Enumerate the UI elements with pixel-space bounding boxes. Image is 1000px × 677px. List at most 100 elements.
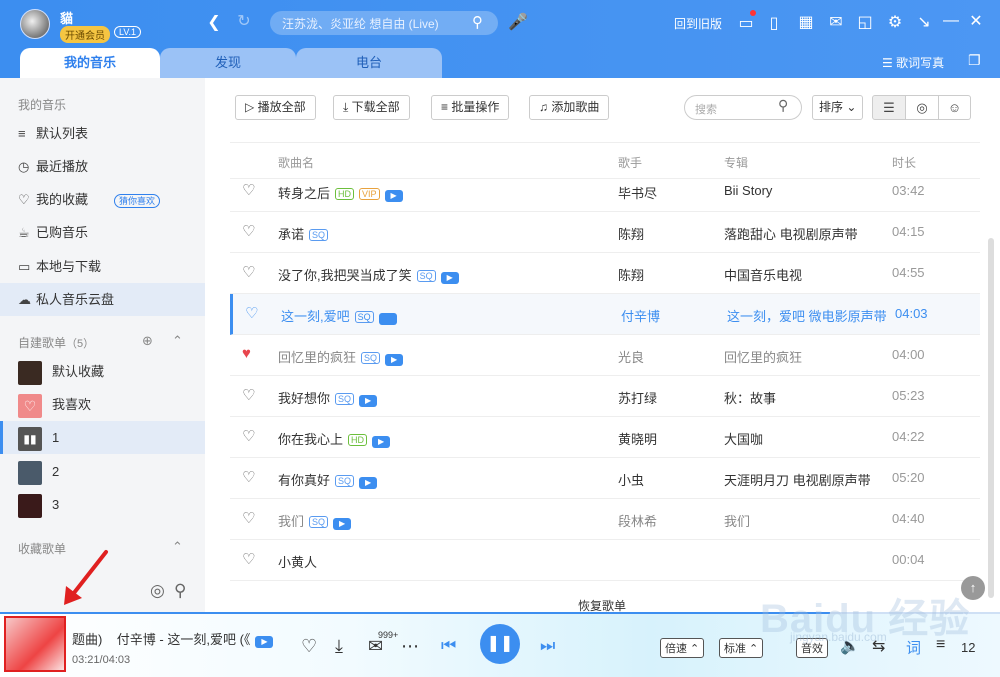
song-album[interactable]: 落跑甜心 电视剧原声带 <box>724 224 858 243</box>
song-row[interactable]: ♡ 我们 SQ ▶ 段林希 我们 04:40 <box>230 499 980 540</box>
column-header-title[interactable]: 歌曲名 <box>278 154 314 171</box>
sort-dropdown[interactable]: 排序 ⌄ <box>812 95 864 120</box>
song-album[interactable]: 回忆里的疯狂 <box>724 347 802 366</box>
track-title[interactable]: 题曲) 付辛博 - 这一刻,爱吧 (《 ▶ <box>72 629 274 648</box>
song-row[interactable]: ♡ 这一刻,爱吧 SQ ▶ 付辛博 这一刻，爱吧 微电影原声带 04:03 <box>230 294 980 335</box>
phone-icon[interactable]: ▯ <box>764 13 784 33</box>
mv-icon[interactable]: ▶ <box>384 190 403 202</box>
song-artist[interactable]: 光良 <box>618 347 644 366</box>
song-artist[interactable]: 黄晓明 <box>618 429 657 448</box>
playlist-item[interactable]: ♡ 我喜欢 <box>0 388 205 421</box>
tab-my-music[interactable]: 我的音乐 <box>20 48 160 78</box>
mv-icon[interactable]: ▶ <box>440 272 459 284</box>
song-title[interactable]: 转身之后 HD VIP ▶ <box>278 183 403 202</box>
search-icon[interactable]: ⚲ <box>174 581 186 601</box>
sidebar-item-default-list[interactable]: ≡ 默认列表 <box>0 117 205 150</box>
song-title[interactable]: 这一刻,爱吧 SQ ▶ <box>281 306 397 325</box>
song-artist[interactable]: 毕书尽 <box>618 183 657 202</box>
like-icon[interactable]: ♡ <box>301 636 317 657</box>
window-restore-icon[interactable]: ❐ <box>968 52 981 69</box>
apps-icon[interactable]: ▦ <box>796 12 816 32</box>
speed-button[interactable]: 倍速 ⌃ <box>660 638 705 658</box>
column-header-duration[interactable]: 时长 <box>892 154 916 171</box>
song-album[interactable]: 大国咖 <box>724 429 763 448</box>
quality-button[interactable]: 标准 ⌃ <box>719 638 764 658</box>
play-all-button[interactable]: ▷ 播放全部 <box>235 95 316 120</box>
song-title[interactable]: 有你真好 SQ ▶ <box>278 470 378 489</box>
sidebar-item-local[interactable]: ▭ 本地与下载 <box>0 250 205 283</box>
add-song-button[interactable]: ♫ 添加歌曲 <box>529 95 610 120</box>
add-playlist-icon[interactable]: ⊕ <box>142 333 153 349</box>
mv-icon[interactable]: ▶ <box>378 313 397 325</box>
tab-discover[interactable]: 发现 <box>160 48 296 78</box>
song-row[interactable]: ♡ 小黄人 00:04 <box>230 540 980 581</box>
mv-icon[interactable]: ▶ <box>359 477 378 489</box>
playlist-item[interactable]: ▮▮ 1 <box>0 421 205 454</box>
song-artist[interactable]: 陈翔 <box>618 224 644 243</box>
song-artist[interactable]: 小虫 <box>618 470 644 489</box>
collapse-icon[interactable]: ⌃ <box>172 333 183 349</box>
previous-icon[interactable]: ⏮ <box>441 636 456 656</box>
song-row[interactable]: ♥ 回忆里的疯狂 SQ ▶ 光良 回忆里的疯狂 04:00 <box>230 335 980 376</box>
vip-badge[interactable]: 开通会员 <box>60 26 110 43</box>
settings-icon[interactable]: ⚙ <box>885 12 905 32</box>
song-title[interactable]: 你在我心上 HD ▶ <box>278 429 391 448</box>
song-row[interactable]: ♡ 我好想你 SQ ▶ 苏打绿 秋：故事 05:23 <box>230 376 980 417</box>
refresh-icon[interactable]: ↻ <box>234 11 254 31</box>
song-row[interactable]: ♡ 你在我心上 HD ▶ 黄晓明 大国咖 04:22 <box>230 417 980 458</box>
song-title[interactable]: 承诺 SQ <box>278 224 329 243</box>
song-title[interactable]: 我们 SQ ▶ <box>278 511 352 530</box>
username[interactable]: 貓 <box>60 8 73 27</box>
more-icon[interactable]: ⋯ <box>401 636 419 657</box>
heart-icon[interactable]: ♡ <box>242 427 255 445</box>
next-icon[interactable]: ⏭ <box>540 636 555 656</box>
song-row[interactable]: ♡ 没了你,我把哭当成了笑 SQ ▶ 陈翔 中国音乐电视 04:55 <box>230 253 980 294</box>
guess-you-like-badge[interactable]: 猜你喜欢 <box>114 194 161 208</box>
download-icon[interactable]: ⤓ <box>335 636 343 657</box>
collapse-icon[interactable]: ⌃ <box>172 539 183 555</box>
mini-mode-icon[interactable]: ↘ <box>914 12 934 32</box>
heart-icon[interactable]: ♡ <box>242 263 255 281</box>
search-icon[interactable]: ⚲ <box>472 13 483 31</box>
heart-icon[interactable]: ♡ <box>242 181 255 199</box>
song-album[interactable]: 天涯明月刀 电视剧原声带 <box>724 470 871 489</box>
mv-icon[interactable]: ▶ <box>333 518 352 530</box>
close-icon[interactable]: ✕ <box>966 11 986 31</box>
sidebar-item-purchased[interactable]: ☕ 已购音乐 <box>0 216 205 249</box>
song-title[interactable]: 我好想你 SQ ▶ <box>278 388 378 407</box>
song-album[interactable]: 秋：故事 <box>724 388 776 407</box>
batch-button[interactable]: ≡ 批量操作 <box>431 95 510 120</box>
scrollbar[interactable] <box>988 238 994 598</box>
user-avatar[interactable] <box>20 9 50 39</box>
heart-icon[interactable]: ♡ <box>242 468 255 486</box>
mv-icon[interactable]: ▶ <box>385 354 404 366</box>
playlist-item[interactable]: 3 <box>0 488 205 521</box>
heart-icon[interactable]: ♥ <box>242 345 251 362</box>
sidebar-item-favorites[interactable]: ♡ 我的收藏 猜你喜欢 <box>0 183 205 216</box>
mv-icon[interactable]: ▶ <box>359 395 378 407</box>
column-header-album[interactable]: 专辑 <box>724 154 748 171</box>
song-artist[interactable]: 付辛博 <box>621 306 660 325</box>
skin-icon[interactable]: ◱ <box>855 12 875 32</box>
mv-icon[interactable]: ▶ <box>372 436 391 448</box>
artist-view-icon[interactable]: ☺ <box>939 95 971 120</box>
microphone-icon[interactable]: 🎤 <box>508 12 528 32</box>
screen-icon[interactable]: ▭ <box>736 10 756 33</box>
search-icon[interactable]: ⚲ <box>778 97 788 114</box>
song-artist[interactable]: 段林希 <box>618 511 657 530</box>
locate-icon[interactable]: ◎ <box>150 581 165 601</box>
album-cover[interactable] <box>4 616 66 672</box>
song-row[interactable]: ♡ 转身之后 HD VIP ▶ 毕书尽 Bii Story 03:42 <box>230 171 980 212</box>
column-header-artist[interactable]: 歌手 <box>618 154 642 171</box>
sidebar-item-cloud[interactable]: ☁ 私人音乐云盘 <box>0 283 205 316</box>
song-album[interactable]: 我们 <box>724 511 750 530</box>
song-title[interactable]: 没了你,我把哭当成了笑 SQ ▶ <box>278 265 459 284</box>
song-album[interactable]: 中国音乐电视 <box>724 265 802 284</box>
song-album[interactable]: 这一刻，爱吧 微电影原声带 <box>727 306 887 325</box>
heart-icon[interactable]: ♡ <box>242 550 255 568</box>
playlist-item[interactable]: 2 <box>0 455 205 488</box>
sidebar-item-recent[interactable]: ◷ 最近播放 <box>0 150 205 183</box>
search-input[interactable]: 汪苏泷、炎亚纶 想自由 (Live) <box>270 11 498 35</box>
lyrics-poster-button[interactable]: ☰ 歌词写真 <box>882 54 944 71</box>
old-version-link[interactable]: 回到旧版 <box>674 15 722 32</box>
